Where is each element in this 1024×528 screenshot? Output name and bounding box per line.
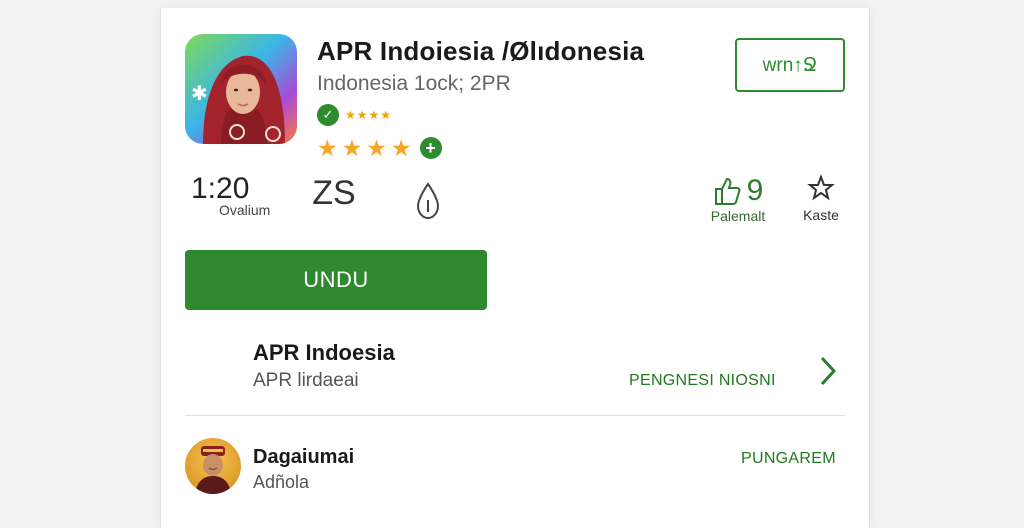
avatar-portrait — [195, 446, 231, 494]
thumbs-up-icon — [714, 177, 741, 205]
plus-icon[interactable]: + — [419, 137, 442, 159]
star-icon: ★ — [366, 135, 387, 161]
app-icon[interactable]: ✱ — [185, 34, 297, 144]
share-stat[interactable]: Kaste — [793, 174, 849, 223]
downloads-label: Ovalium — [219, 202, 271, 218]
drop-icon — [416, 182, 440, 220]
downloads-value: 1:20 — [191, 172, 250, 205]
app-title: APR Indoiesia /Ølıdonesia — [317, 36, 645, 66]
rating-value: ZS — [312, 174, 356, 212]
section-divider — [185, 415, 845, 416]
check-badge-icon: ✓ — [317, 104, 339, 126]
star-icon: ★ — [317, 135, 338, 161]
avatar[interactable] — [185, 438, 241, 494]
app-icon-artwork: ✱ — [191, 55, 285, 144]
app-developer-subtitle[interactable]: Indonesia 1ock; 2PR — [317, 72, 511, 96]
app-detail-card: ✱ APR Indoiesia /Ølıdonesia Indonesia 1o… — [160, 8, 870, 528]
wishlist-button[interactable]: wrn↑Ջ — [735, 38, 845, 92]
rating-stat: ZS — [309, 176, 359, 210]
star-icon: ★ — [341, 135, 363, 161]
likes-value: 9 — [746, 174, 764, 207]
chevron-right-icon[interactable] — [817, 354, 839, 393]
reviewer-name: Dagaiumai — [253, 446, 355, 468]
developer-link[interactable]: PENGNESI NIOSNI — [629, 372, 776, 390]
install-button[interactable]: UNDU — [185, 250, 487, 310]
rating-stars: ★ ★ ★ ★ + — [317, 136, 442, 160]
editor-badge-row: ✓ ★★★★ — [317, 104, 392, 126]
developer-subtitle: APR lirdaeai — [253, 370, 359, 391]
svg-text:✱: ✱ — [191, 81, 208, 105]
share-star-icon — [807, 174, 835, 201]
likes-stat[interactable]: 9 Palemalt — [701, 174, 775, 224]
share-label: Kaste — [803, 207, 839, 223]
category-stat — [413, 182, 443, 225]
reviewer-subtitle: Adñola — [253, 472, 310, 492]
mini-stars: ★★★★ — [345, 108, 393, 122]
star-icon: ★ — [390, 135, 412, 161]
downloads-stat: 1:20 Ovalium — [191, 172, 281, 218]
developer-name: APR Indoesia — [253, 340, 395, 365]
review-action-link[interactable]: PUNGAREM — [741, 450, 836, 468]
likes-label: Palemalt — [710, 208, 766, 224]
